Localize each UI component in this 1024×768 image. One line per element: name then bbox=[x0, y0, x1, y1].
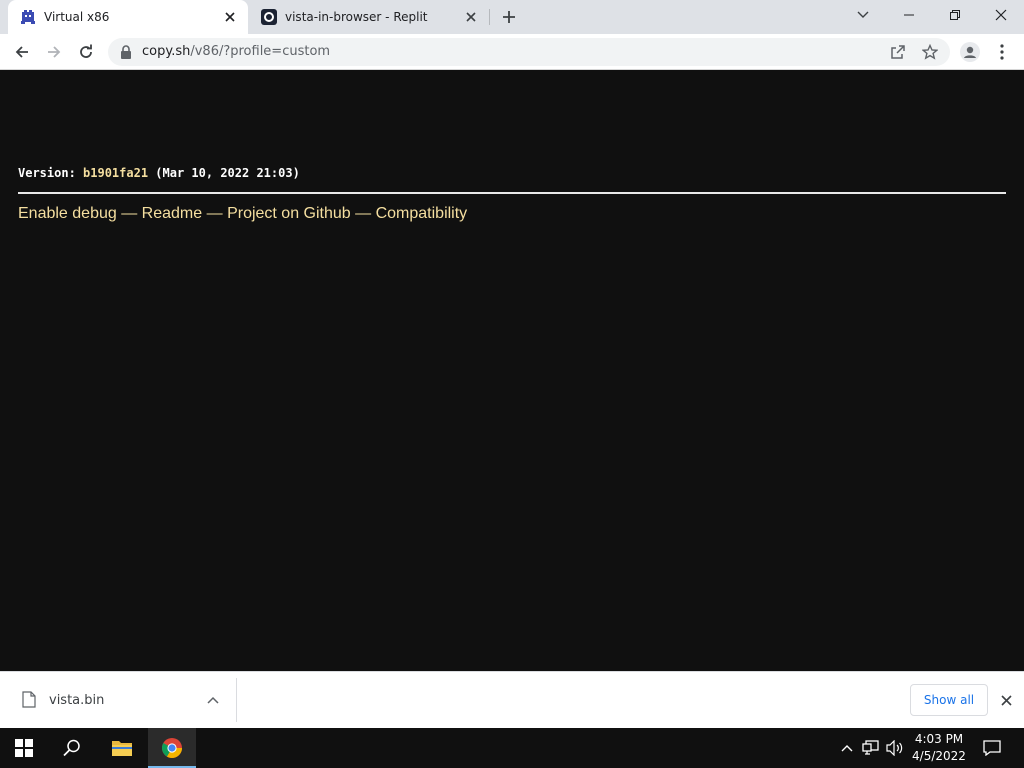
close-icon bbox=[995, 9, 1007, 21]
chrome-taskbar-button[interactable] bbox=[148, 728, 196, 768]
link-separator: — bbox=[206, 205, 223, 222]
back-button[interactable] bbox=[8, 38, 36, 66]
url-text: copy.sh/v86/?profile=custom bbox=[142, 44, 330, 59]
new-tab-button[interactable] bbox=[499, 7, 519, 27]
action-center-button[interactable] bbox=[980, 728, 1004, 768]
profile-button[interactable] bbox=[956, 38, 984, 66]
version-line: Version: b1901fa21 (Mar 10, 2022 21:03) bbox=[18, 166, 300, 180]
chevron-down-icon bbox=[857, 11, 869, 18]
link-separator: — bbox=[355, 205, 372, 222]
url-host: copy.sh bbox=[142, 44, 191, 59]
close-shelf-icon[interactable] bbox=[997, 691, 1015, 709]
close-window-button[interactable] bbox=[978, 0, 1024, 30]
minimize-button[interactable] bbox=[886, 0, 932, 30]
plus-icon bbox=[503, 11, 515, 23]
close-tab-icon[interactable] bbox=[463, 9, 479, 25]
bookmark-star-icon[interactable] bbox=[920, 42, 940, 62]
chrome-icon bbox=[161, 738, 182, 758]
version-date: (Mar 10, 2022 21:03) bbox=[155, 166, 300, 180]
divider bbox=[18, 192, 1006, 194]
restore-icon bbox=[950, 10, 960, 20]
github-link[interactable]: Project on Github bbox=[227, 205, 351, 222]
version-label: Version: bbox=[18, 166, 76, 180]
start-button[interactable] bbox=[0, 728, 48, 768]
page-content: Version: b1901fa21 (Mar 10, 2022 21:03) … bbox=[0, 71, 1024, 671]
profile-avatar-icon bbox=[960, 42, 980, 62]
address-bar[interactable]: copy.sh/v86/?profile=custom bbox=[108, 38, 950, 66]
clock-date: 4/5/2022 bbox=[912, 749, 966, 763]
file-icon bbox=[22, 691, 36, 708]
tab-title: vista-in-browser - Replit bbox=[285, 10, 428, 24]
tab-separator bbox=[489, 9, 490, 25]
reload-button[interactable] bbox=[72, 38, 100, 66]
show-all-button[interactable]: Show all bbox=[910, 684, 988, 716]
v86-favicon-icon bbox=[20, 9, 36, 25]
screen: Virtual x86 vista-in-browser - Replit co… bbox=[0, 0, 1024, 768]
search-button[interactable] bbox=[48, 728, 96, 768]
back-arrow-icon bbox=[15, 46, 28, 58]
volume-icon[interactable] bbox=[885, 738, 905, 758]
tab-title: Virtual x86 bbox=[44, 10, 110, 24]
share-icon[interactable] bbox=[888, 42, 908, 62]
minimize-icon bbox=[904, 14, 914, 16]
page-links: Enable debug — Readme — Project on Githu… bbox=[18, 205, 467, 223]
show-hidden-icons-chevron-icon[interactable] bbox=[837, 738, 857, 758]
file-explorer-button[interactable] bbox=[98, 728, 146, 768]
notification-icon bbox=[983, 740, 1001, 756]
chevron-up-icon[interactable] bbox=[205, 692, 221, 708]
replit-favicon-icon bbox=[261, 9, 277, 25]
compatibility-link[interactable]: Compatibility bbox=[376, 205, 468, 222]
enable-debug-link[interactable]: Enable debug bbox=[18, 205, 117, 222]
version-hash-link[interactable]: b1901fa21 bbox=[83, 166, 148, 180]
windows-taskbar: 4:03 PM 4/5/2022 bbox=[0, 728, 1024, 768]
tab-search-button[interactable] bbox=[840, 0, 886, 30]
tab-replit[interactable]: vista-in-browser - Replit bbox=[249, 0, 489, 34]
system-clock[interactable]: 4:03 PM 4/5/2022 bbox=[908, 731, 970, 765]
close-tab-icon[interactable] bbox=[222, 9, 238, 25]
readme-link[interactable]: Readme bbox=[142, 205, 202, 222]
forward-arrow-icon bbox=[48, 46, 61, 58]
download-shelf: vista.bin Show all bbox=[0, 671, 1024, 728]
tab-strip: Virtual x86 vista-in-browser - Replit bbox=[0, 0, 1024, 34]
forward-button[interactable] bbox=[40, 38, 68, 66]
browser-menu-button[interactable] bbox=[988, 38, 1016, 66]
tab-virtual-x86[interactable]: Virtual x86 bbox=[8, 0, 248, 34]
browser-toolbar: copy.sh/v86/?profile=custom bbox=[0, 34, 1024, 70]
link-separator: — bbox=[121, 205, 138, 222]
windows-logo-icon bbox=[15, 739, 33, 757]
clock-time: 4:03 PM bbox=[914, 732, 964, 746]
reload-icon bbox=[80, 44, 92, 58]
folder-icon bbox=[112, 741, 132, 756]
lock-icon bbox=[120, 45, 132, 59]
shelf-divider bbox=[236, 678, 237, 722]
download-item[interactable]: vista.bin bbox=[0, 672, 236, 729]
network-icon[interactable] bbox=[861, 738, 881, 758]
kebab-menu-icon bbox=[1000, 44, 1004, 60]
url-path: /v86/?profile=custom bbox=[190, 44, 331, 59]
restore-button[interactable] bbox=[932, 0, 978, 30]
search-icon bbox=[63, 739, 80, 757]
download-filename: vista.bin bbox=[49, 693, 105, 708]
